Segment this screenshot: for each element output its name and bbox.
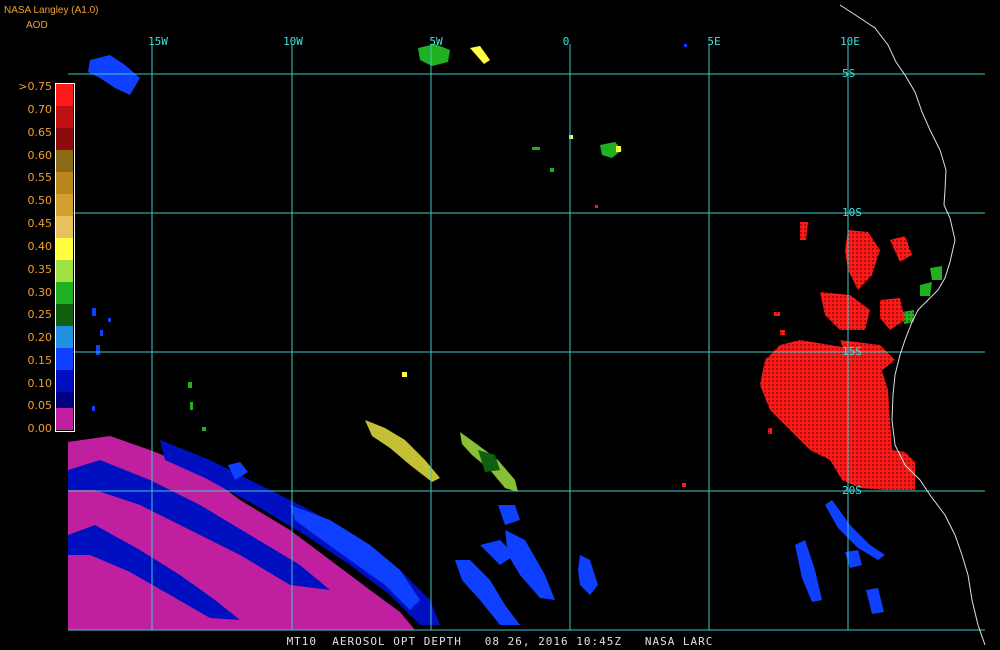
legend-tick: 0.70: [27, 103, 53, 116]
legend-tick: 0.30: [27, 286, 53, 299]
product-title: NASA Langley (A1.0): [4, 5, 99, 16]
lon-label: 15W: [148, 35, 168, 48]
lat-label: 5S: [842, 67, 856, 80]
legend-tick: >0.75: [18, 80, 52, 93]
aod-yellow-plumes: [365, 46, 621, 492]
speckle-texture: [760, 220, 920, 500]
lon-label: 10E: [840, 35, 860, 48]
lon-label: 10W: [283, 35, 303, 48]
legend-tick: 0.60: [27, 149, 53, 162]
aod-blue-specks: [92, 44, 687, 411]
aod-map: [68, 4, 986, 646]
lon-label: 0: [562, 35, 570, 48]
legend-tick: 0.55: [27, 171, 53, 184]
legend-tick: 0.25: [27, 308, 53, 321]
aod-red-specks: [595, 205, 785, 487]
legend-tick: 0.50: [27, 194, 53, 207]
variable-label: AOD: [26, 20, 48, 31]
legend-tick: 0.00: [27, 422, 53, 435]
legend-tick: 0.35: [27, 263, 53, 276]
product-footer: MT10 AEROSOL OPT DEPTH 08 26, 2016 10:45…: [286, 635, 714, 648]
legend-tick: 0.15: [27, 354, 53, 367]
legend-tick: 0.05: [27, 399, 53, 412]
legend-tick: 0.40: [27, 240, 53, 253]
aod-green-specks: [188, 147, 554, 431]
legend-tick: 0.45: [27, 217, 53, 230]
lon-label: 5W: [429, 35, 443, 48]
legend-tick: 0.65: [27, 126, 53, 139]
lon-label: 5E: [707, 35, 721, 48]
legend-tick: 0.10: [27, 377, 53, 390]
lat-label: 15S: [842, 345, 862, 358]
lat-label: 20S: [842, 484, 862, 497]
legend-tick: 0.20: [27, 331, 53, 344]
legend-frame: [55, 83, 75, 432]
lat-label: 10S: [842, 206, 862, 219]
